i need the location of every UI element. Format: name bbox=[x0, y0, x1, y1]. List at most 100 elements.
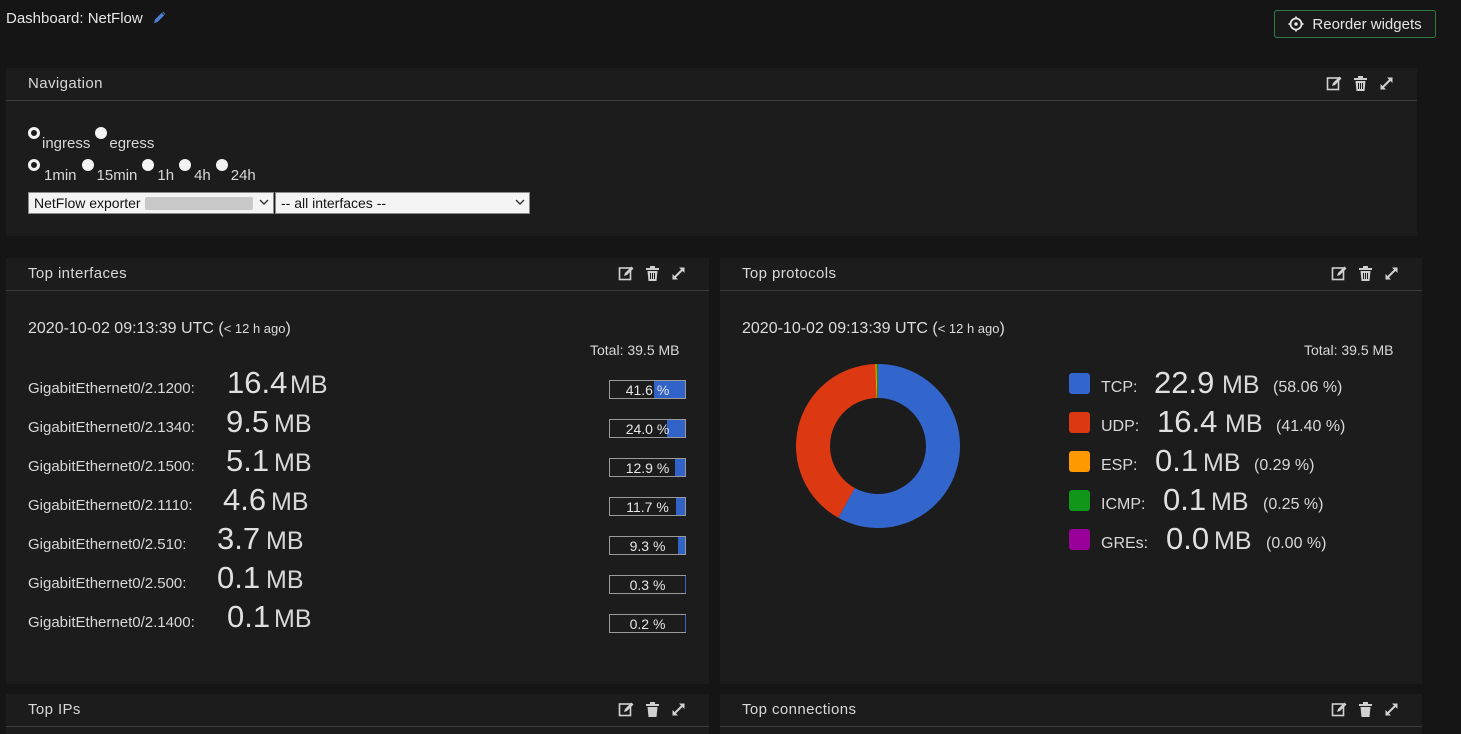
widget-title: Top protocols bbox=[742, 265, 836, 282]
percent-bar: 0.2 % bbox=[609, 614, 686, 633]
chevron-down-icon bbox=[259, 197, 269, 207]
reorder-widgets-button[interactable]: Reorder widgets bbox=[1274, 10, 1436, 38]
radio-label: 4h bbox=[191, 160, 211, 184]
interface-unit: MB bbox=[274, 410, 312, 439]
percent-text: 0.3 % bbox=[610, 577, 685, 593]
legend-value: 16.4 bbox=[1157, 404, 1217, 440]
legend-value: 0.1 bbox=[1155, 443, 1198, 479]
widget-title: Top interfaces bbox=[28, 265, 127, 282]
percent-text: 9.3 % bbox=[610, 538, 685, 554]
exporter-select[interactable]: NetFlow exporter bbox=[28, 192, 274, 214]
trash-icon[interactable] bbox=[1352, 75, 1369, 92]
widget-actions bbox=[1331, 265, 1400, 282]
interfaces-timestamp: 2020-10-02 09:13:39 UTC (< 12 h ago) bbox=[28, 320, 291, 338]
widget-actions bbox=[618, 701, 687, 718]
widget-header: Top connections bbox=[720, 694, 1422, 727]
timestamp-close: ) bbox=[1000, 320, 1005, 337]
widget-actions bbox=[1326, 75, 1395, 92]
radio-label: 1min bbox=[40, 160, 77, 184]
radio-button[interactable] bbox=[28, 159, 40, 171]
radio-label: 24h bbox=[228, 160, 256, 184]
legend-row: UDP: 16.4 MB (41.40 %) bbox=[1069, 406, 1409, 440]
legend-unit: MB bbox=[1225, 410, 1263, 439]
interface-unit: MB bbox=[266, 566, 304, 595]
radio-button[interactable] bbox=[28, 127, 40, 139]
legend-name: ESP: bbox=[1101, 457, 1137, 475]
crosshair-icon bbox=[1288, 16, 1304, 32]
legend-name: TCP: bbox=[1101, 379, 1137, 397]
interface-row: GigabitEthernet0/2.1340: 9.5 MB 24.0 % bbox=[28, 406, 688, 440]
interface-name: GigabitEthernet0/2.510: bbox=[28, 536, 186, 553]
legend-row: ESP: 0.1 MB (0.29 %) bbox=[1069, 445, 1409, 479]
radio-egress[interactable]: egress bbox=[95, 128, 154, 152]
widget-title: Navigation bbox=[28, 75, 103, 92]
radio-ingress[interactable]: ingress bbox=[28, 128, 90, 152]
interface-row: GigabitEthernet0/2.1500: 5.1 MB 12.9 % bbox=[28, 445, 688, 479]
percent-bar: 41.6 % bbox=[609, 380, 686, 399]
legend-swatch bbox=[1069, 373, 1090, 394]
interface-value: 9.5 bbox=[226, 404, 269, 440]
radio-button[interactable] bbox=[216, 159, 228, 171]
widget-header: Top protocols bbox=[720, 258, 1422, 291]
interface-select[interactable]: -- all interfaces -- bbox=[275, 192, 530, 214]
widget-header: Top interfaces bbox=[6, 258, 709, 291]
radio-button[interactable] bbox=[142, 159, 154, 171]
timestamp-ago: < 12 h ago bbox=[938, 321, 1000, 336]
interface-row: GigabitEthernet0/2.1400: 0.1 MB 0.2 % bbox=[28, 601, 688, 635]
expand-icon[interactable] bbox=[1383, 265, 1400, 282]
interface-name: GigabitEthernet0/2.1400: bbox=[28, 614, 195, 631]
trash-icon[interactable] bbox=[644, 701, 661, 718]
percent-bar: 24.0 % bbox=[609, 419, 686, 438]
legend-swatch bbox=[1069, 490, 1090, 511]
percent-text: 11.7 % bbox=[610, 499, 685, 515]
timestamp-close: ) bbox=[286, 320, 291, 337]
timestamp-text: 2020-10-02 09:13:39 UTC bbox=[28, 320, 214, 337]
legend-name: GREs: bbox=[1101, 535, 1148, 553]
radio-15min[interactable]: 15min bbox=[82, 160, 138, 184]
percent-bar: 11.7 % bbox=[609, 497, 686, 516]
expand-icon[interactable] bbox=[1378, 75, 1395, 92]
radio-24h[interactable]: 24h bbox=[216, 160, 256, 184]
time-radio-group: 1min 15min 1h 4h 24h bbox=[28, 160, 261, 184]
trash-icon[interactable] bbox=[1357, 701, 1374, 718]
expand-icon[interactable] bbox=[1383, 701, 1400, 718]
legend-value: 22.9 bbox=[1154, 365, 1214, 401]
legend-value: 0.0 bbox=[1166, 521, 1209, 557]
trash-icon[interactable] bbox=[1357, 265, 1374, 282]
edit-icon[interactable] bbox=[1331, 265, 1348, 282]
percent-text: 12.9 % bbox=[610, 460, 685, 476]
edit-icon[interactable] bbox=[618, 265, 635, 282]
interface-select-value: -- all interfaces -- bbox=[281, 195, 386, 211]
radio-1h[interactable]: 1h bbox=[142, 160, 174, 184]
interface-value: 3.7 bbox=[217, 521, 260, 557]
edit-icon[interactable] bbox=[1331, 701, 1348, 718]
redacted-address bbox=[145, 197, 253, 210]
radio-button[interactable] bbox=[95, 127, 107, 139]
legend-swatch bbox=[1069, 412, 1090, 433]
timestamp-text: 2020-10-02 09:13:39 UTC bbox=[742, 320, 928, 337]
legend-unit: MB bbox=[1222, 371, 1260, 400]
legend-unit: MB bbox=[1214, 527, 1252, 556]
timestamp-open: ( bbox=[214, 320, 224, 337]
widget-header: Top IPs bbox=[6, 694, 709, 727]
edit-icon[interactable] bbox=[1326, 75, 1343, 92]
interface-value: 5.1 bbox=[226, 443, 269, 479]
legend-row: TCP: 22.9 MB (58.06 %) bbox=[1069, 367, 1409, 401]
expand-icon[interactable] bbox=[670, 701, 687, 718]
edit-icon[interactable] bbox=[618, 701, 635, 718]
interface-name: GigabitEthernet0/2.500: bbox=[28, 575, 186, 592]
expand-icon[interactable] bbox=[670, 265, 687, 282]
legend-percent: (0.29 %) bbox=[1254, 457, 1314, 475]
radio-button[interactable] bbox=[179, 159, 191, 171]
interface-unit: MB bbox=[290, 371, 328, 400]
pencil-icon[interactable] bbox=[152, 9, 168, 25]
trash-icon[interactable] bbox=[644, 265, 661, 282]
widget-title: Top IPs bbox=[28, 701, 81, 718]
interface-unit: MB bbox=[271, 488, 309, 517]
radio-1min[interactable]: 1min bbox=[28, 160, 77, 184]
percent-bar: 9.3 % bbox=[609, 536, 686, 555]
radio-label: egress bbox=[107, 128, 154, 152]
radio-button[interactable] bbox=[82, 159, 94, 171]
direction-radio-group: ingress egress bbox=[28, 128, 159, 152]
radio-4h[interactable]: 4h bbox=[179, 160, 211, 184]
